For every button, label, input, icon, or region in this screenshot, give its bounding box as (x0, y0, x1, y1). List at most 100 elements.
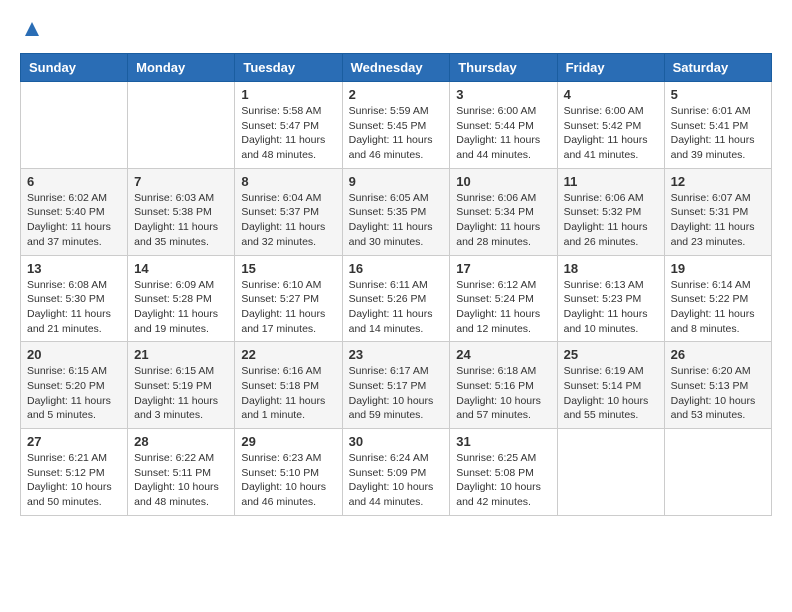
day-info: Sunrise: 6:14 AMSunset: 5:22 PMDaylight:… (671, 278, 765, 337)
calendar-cell: 28Sunrise: 6:22 AMSunset: 5:11 PMDayligh… (128, 429, 235, 516)
day-number: 20 (27, 347, 121, 362)
weekday-header-saturday: Saturday (664, 54, 771, 82)
day-info: Sunrise: 6:03 AMSunset: 5:38 PMDaylight:… (134, 191, 228, 250)
calendar-cell: 31 Sunrise: 6:25 AMSunset: 5:08 PMDayligh… (450, 429, 557, 516)
calendar-cell (664, 429, 771, 516)
day-number: 26 (671, 347, 765, 362)
day-info: Sunrise: 6:00 AMSunset: 5:44 PMDaylight:… (456, 104, 550, 163)
day-number: 2 (349, 87, 444, 102)
calendar-week-3: 13 Sunrise: 6:08 AMSunset: 5:30 PMDayligh… (21, 255, 772, 342)
calendar-week-1: 1 Sunrise: 5:58 AMSunset: 5:47 PMDaylight… (21, 82, 772, 169)
day-number: 10 (456, 174, 550, 189)
day-info: Sunrise: 6:00 AMSunset: 5:42 PMDaylight:… (564, 104, 658, 163)
day-number: 30 (349, 434, 444, 449)
calendar-cell: 1 Sunrise: 5:58 AMSunset: 5:47 PMDaylight… (235, 82, 342, 169)
day-number: 12 (671, 174, 765, 189)
day-info: Sunrise: 6:01 AMSunset: 5:41 PMDaylight:… (671, 104, 765, 163)
day-number: 22 (241, 347, 335, 362)
day-number: 27 (27, 434, 121, 449)
calendar-cell: 17 Sunrise: 6:12 AMSunset: 5:24 PMDayligh… (450, 255, 557, 342)
day-info: Sunrise: 6:06 AMSunset: 5:32 PMDaylight:… (564, 191, 658, 250)
day-info: Sunrise: 5:59 AMSunset: 5:45 PMDaylight:… (349, 104, 444, 163)
calendar-cell: 5Sunrise: 6:01 AMSunset: 5:41 PMDaylight… (664, 82, 771, 169)
day-info: Sunrise: 6:05 AMSunset: 5:35 PMDaylight:… (349, 191, 444, 250)
day-info: Sunrise: 6:15 AMSunset: 5:20 PMDaylight:… (27, 364, 121, 423)
day-info: Sunrise: 6:20 AMSunset: 5:13 PMDaylight:… (671, 364, 765, 423)
day-number: 21 (134, 347, 228, 362)
day-info: Sunrise: 6:04 AMSunset: 5:37 PMDaylight:… (241, 191, 335, 250)
day-number: 18 (564, 261, 658, 276)
day-info: Sunrise: 6:24 AMSunset: 5:09 PMDaylight:… (349, 451, 444, 510)
calendar-cell: 18 Sunrise: 6:13 AMSunset: 5:23 PMDayligh… (557, 255, 664, 342)
calendar-cell: 14Sunrise: 6:09 AMSunset: 5:28 PMDayligh… (128, 255, 235, 342)
calendar-table: SundayMondayTuesdayWednesdayThursdayFrid… (20, 53, 772, 516)
day-info: Sunrise: 6:22 AMSunset: 5:11 PMDaylight:… (134, 451, 228, 510)
calendar-cell: 19 Sunrise: 6:14 AMSunset: 5:22 PMDayligh… (664, 255, 771, 342)
day-info: Sunrise: 6:25 AMSunset: 5:08 PMDaylight:… (456, 451, 550, 510)
calendar-cell: 24 Sunrise: 6:18 AMSunset: 5:16 PMDayligh… (450, 342, 557, 429)
calendar-cell: 21 Sunrise: 6:15 AMSunset: 5:19 PMDayligh… (128, 342, 235, 429)
weekday-header-thursday: Thursday (450, 54, 557, 82)
day-info: Sunrise: 6:02 AMSunset: 5:40 PMDaylight:… (27, 191, 121, 250)
day-number: 16 (349, 261, 444, 276)
day-number: 14 (134, 261, 228, 276)
day-number: 17 (456, 261, 550, 276)
day-info: Sunrise: 5:58 AMSunset: 5:47 PMDaylight:… (241, 104, 335, 163)
calendar-cell: 8 Sunrise: 6:04 AMSunset: 5:37 PMDaylight… (235, 168, 342, 255)
day-number: 23 (349, 347, 444, 362)
calendar-cell: 27Sunrise: 6:21 AMSunset: 5:12 PMDayligh… (21, 429, 128, 516)
weekday-header-monday: Monday (128, 54, 235, 82)
calendar-cell: 12 Sunrise: 6:07 AMSunset: 5:31 PMDayligh… (664, 168, 771, 255)
day-info: Sunrise: 6:18 AMSunset: 5:16 PMDaylight:… (456, 364, 550, 423)
day-number: 13 (27, 261, 121, 276)
logo-triangle-icon (23, 20, 41, 43)
calendar-cell: 2 Sunrise: 5:59 AMSunset: 5:45 PMDaylight… (342, 82, 450, 169)
calendar-cell: 25Sunrise: 6:19 AMSunset: 5:14 PMDayligh… (557, 342, 664, 429)
day-number: 3 (456, 87, 550, 102)
day-info: Sunrise: 6:06 AMSunset: 5:34 PMDaylight:… (456, 191, 550, 250)
day-info: Sunrise: 6:11 AMSunset: 5:26 PMDaylight:… (349, 278, 444, 337)
day-number: 31 (456, 434, 550, 449)
day-info: Sunrise: 6:13 AMSunset: 5:23 PMDaylight:… (564, 278, 658, 337)
weekday-header-sunday: Sunday (21, 54, 128, 82)
calendar-cell: 11 Sunrise: 6:06 AMSunset: 5:32 PMDayligh… (557, 168, 664, 255)
day-info: Sunrise: 6:07 AMSunset: 5:31 PMDaylight:… (671, 191, 765, 250)
calendar-cell: 7 Sunrise: 6:03 AMSunset: 5:38 PMDaylight… (128, 168, 235, 255)
day-number: 1 (241, 87, 335, 102)
day-info: Sunrise: 6:12 AMSunset: 5:24 PMDaylight:… (456, 278, 550, 337)
calendar-week-5: 27Sunrise: 6:21 AMSunset: 5:12 PMDayligh… (21, 429, 772, 516)
day-number: 7 (134, 174, 228, 189)
calendar-cell (128, 82, 235, 169)
calendar-cell: 20 Sunrise: 6:15 AMSunset: 5:20 PMDayligh… (21, 342, 128, 429)
day-info: Sunrise: 6:08 AMSunset: 5:30 PMDaylight:… (27, 278, 121, 337)
calendar-cell: 22Sunrise: 6:16 AMSunset: 5:18 PMDayligh… (235, 342, 342, 429)
weekday-header-friday: Friday (557, 54, 664, 82)
day-number: 25 (564, 347, 658, 362)
day-number: 11 (564, 174, 658, 189)
logo (20, 20, 41, 43)
calendar-cell: 4 Sunrise: 6:00 AMSunset: 5:42 PMDaylight… (557, 82, 664, 169)
calendar-header-row: SundayMondayTuesdayWednesdayThursdayFrid… (21, 54, 772, 82)
weekday-header-tuesday: Tuesday (235, 54, 342, 82)
calendar-cell: 13 Sunrise: 6:08 AMSunset: 5:30 PMDayligh… (21, 255, 128, 342)
calendar-cell: 3 Sunrise: 6:00 AMSunset: 5:44 PMDaylight… (450, 82, 557, 169)
day-number: 6 (27, 174, 121, 189)
calendar-week-4: 20 Sunrise: 6:15 AMSunset: 5:20 PMDayligh… (21, 342, 772, 429)
calendar-cell: 10 Sunrise: 6:06 AMSunset: 5:34 PMDayligh… (450, 168, 557, 255)
calendar-cell: 15Sunrise: 6:10 AMSunset: 5:27 PMDayligh… (235, 255, 342, 342)
calendar-cell: 23Sunrise: 6:17 AMSunset: 5:17 PMDayligh… (342, 342, 450, 429)
day-number: 24 (456, 347, 550, 362)
day-number: 8 (241, 174, 335, 189)
day-number: 4 (564, 87, 658, 102)
day-number: 9 (349, 174, 444, 189)
day-info: Sunrise: 6:15 AMSunset: 5:19 PMDaylight:… (134, 364, 228, 423)
day-number: 15 (241, 261, 335, 276)
weekday-header-wednesday: Wednesday (342, 54, 450, 82)
day-info: Sunrise: 6:23 AMSunset: 5:10 PMDaylight:… (241, 451, 335, 510)
day-number: 19 (671, 261, 765, 276)
calendar-cell (21, 82, 128, 169)
calendar-week-2: 6 Sunrise: 6:02 AMSunset: 5:40 PMDaylight… (21, 168, 772, 255)
calendar-cell (557, 429, 664, 516)
calendar-cell: 26 Sunrise: 6:20 AMSunset: 5:13 PMDayligh… (664, 342, 771, 429)
calendar-cell: 9 Sunrise: 6:05 AMSunset: 5:35 PMDaylight… (342, 168, 450, 255)
